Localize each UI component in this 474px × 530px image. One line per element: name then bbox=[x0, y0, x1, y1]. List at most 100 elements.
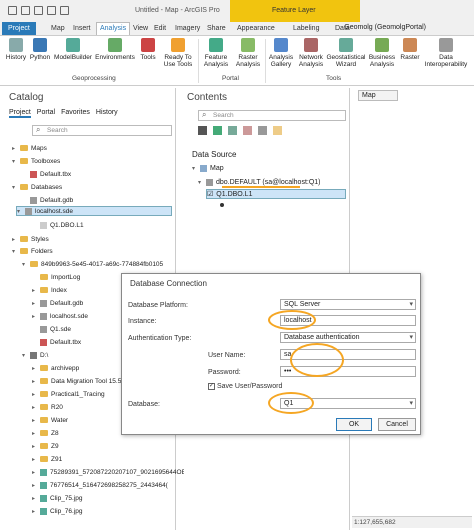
modelbuilder-button[interactable]: ModelBuilder bbox=[54, 38, 92, 61]
tree-item[interactable]: Default.tbx bbox=[22, 169, 71, 179]
tree-item[interactable]: ▸ Clip_76.jpg bbox=[32, 506, 83, 516]
save-icon[interactable] bbox=[34, 6, 43, 15]
list-drawing-order-icon[interactable] bbox=[198, 126, 207, 135]
tree-item[interactable]: ▸ archivepp bbox=[32, 363, 79, 373]
network-analysis-button[interactable]: Network Analysis bbox=[296, 38, 326, 68]
contextual-tab-label: Feature Layer bbox=[272, 7, 316, 14]
platform-select[interactable]: SQL Server bbox=[280, 299, 416, 310]
tree-item[interactable]: ▸ Z91 bbox=[32, 454, 62, 464]
tree-item[interactable]: ▸ 75289391_572087220207107_9021695644OE bbox=[32, 467, 186, 477]
contents-map-item[interactable]: ▾ Map bbox=[192, 163, 224, 173]
tree-item[interactable]: ▸ 76776514_516472698258275_2443464( bbox=[32, 480, 168, 490]
tree-item[interactable]: ▸ Water bbox=[32, 415, 68, 425]
username-label: User Name: bbox=[208, 352, 246, 359]
tools-button[interactable]: Tools bbox=[138, 38, 158, 61]
tree-item[interactable]: ▸ Z8 bbox=[32, 428, 59, 438]
geostatistical-icon bbox=[339, 38, 353, 52]
instance-label: Instance: bbox=[128, 318, 157, 325]
tree-item[interactable]: Q1.DBO.L1 bbox=[32, 220, 84, 230]
instance-highlight-circle bbox=[268, 310, 316, 330]
contents-toolbar bbox=[198, 126, 282, 135]
map-tab[interactable]: Map bbox=[358, 90, 398, 101]
tree-item[interactable]: ▸ Clip_75.jpg bbox=[32, 493, 83, 503]
tree-item[interactable]: ▸ Z9 bbox=[32, 441, 59, 451]
tab-share[interactable]: Share bbox=[204, 24, 229, 33]
auth-label: Authentication Type: bbox=[128, 335, 192, 342]
raster-button[interactable]: Raster bbox=[400, 38, 420, 61]
tab-project[interactable]: Project bbox=[2, 22, 36, 35]
data-interoperability-button[interactable]: Data Interoperability bbox=[422, 38, 470, 68]
list-labeling-icon[interactable] bbox=[273, 126, 282, 135]
history-button[interactable]: History bbox=[4, 38, 28, 61]
tree-item[interactable]: ▸ Data Migration Tool 15.5 bbox=[32, 376, 121, 386]
ok-button[interactable]: OK bbox=[336, 418, 372, 431]
tree-item[interactable]: ▸ Practical1_Tracing bbox=[32, 389, 105, 399]
catalog-tab-history[interactable]: History bbox=[96, 109, 118, 118]
tree-item[interactable]: ▾ Folders bbox=[12, 246, 53, 256]
group-geoprocessing: Geoprocessing bbox=[72, 75, 116, 82]
list-data-source-icon[interactable] bbox=[213, 126, 222, 135]
tree-item[interactable]: ▾ Databases bbox=[12, 182, 62, 192]
business-analysis-button[interactable]: Business Analysis bbox=[366, 38, 398, 68]
tree-item[interactable]: ▸ Maps bbox=[12, 143, 47, 153]
environments-button[interactable]: Environments bbox=[94, 38, 136, 61]
list-selection-icon[interactable] bbox=[228, 126, 237, 135]
contents-title: Contents bbox=[187, 92, 228, 103]
network-analysis-label: Network Analysis bbox=[298, 54, 324, 68]
tab-imagery[interactable]: Imagery bbox=[172, 24, 203, 33]
tab-view[interactable]: View bbox=[130, 24, 151, 33]
user-account[interactable]: Geomolg (GeomolgPortal) bbox=[344, 24, 426, 31]
password-label: Password: bbox=[208, 369, 241, 376]
tree-item[interactable]: Default.gdb bbox=[22, 195, 73, 205]
list-editing-icon[interactable] bbox=[243, 126, 252, 135]
tree-item[interactable]: ImportLog bbox=[32, 272, 80, 282]
new-icon[interactable] bbox=[8, 6, 17, 15]
raster-analysis-button[interactable]: Raster Analysis bbox=[232, 38, 264, 68]
contents-layer-item[interactable]: ☑ Q1.DBO.L1 bbox=[206, 189, 346, 199]
python-button[interactable]: Python bbox=[28, 38, 52, 61]
catalog-tab-project[interactable]: Project bbox=[9, 109, 31, 118]
geostatistical-wizard-button[interactable]: Geostatistical Wizard bbox=[326, 38, 366, 68]
analysis-gallery-button[interactable]: Analysis Gallery bbox=[266, 38, 296, 68]
raster-analysis-label: Raster Analysis bbox=[235, 54, 261, 68]
tree-item[interactable]: ▾ D:\ bbox=[22, 350, 48, 360]
cancel-button[interactable]: Cancel bbox=[378, 418, 416, 431]
tree-item[interactable]: ▾ 849b9963-5e45-4017-a69c-774884fb0105 bbox=[22, 259, 163, 269]
contents-search-input[interactable]: Search bbox=[198, 110, 346, 121]
feature-analysis-button[interactable]: Feature Analysis bbox=[200, 38, 232, 68]
tree-item[interactable]: ▸ R20 bbox=[32, 402, 63, 412]
tree-item[interactable]: ▸ Default.gdb bbox=[32, 298, 83, 308]
tree-item[interactable]: ▾ Toolboxes bbox=[12, 156, 60, 166]
catalog-search-input[interactable]: Search bbox=[32, 125, 172, 136]
feature-analysis-icon bbox=[209, 38, 223, 52]
open-icon[interactable] bbox=[21, 6, 30, 15]
tab-insert[interactable]: Insert bbox=[70, 24, 94, 33]
title-bar: Untitled - Map - ArcGIS Pro Feature Laye… bbox=[0, 0, 474, 22]
auth-select[interactable]: Database authentication bbox=[280, 332, 416, 343]
tab-appearance[interactable]: Appearance bbox=[234, 24, 278, 33]
tab-labeling[interactable]: Labeling bbox=[290, 24, 322, 33]
catalog-tab-portal[interactable]: Portal bbox=[37, 109, 55, 118]
tree-item[interactable]: ▸ localhost.sde bbox=[32, 311, 88, 321]
geostatistical-label: Geostatistical Wizard bbox=[326, 54, 366, 68]
tab-analysis[interactable]: Analysis bbox=[96, 22, 131, 35]
tree-item[interactable]: Default.tbx bbox=[32, 337, 81, 347]
tab-edit[interactable]: Edit bbox=[151, 24, 169, 33]
save-credentials-checkbox[interactable]: ✓ bbox=[208, 383, 215, 390]
catalog-tab-favorites[interactable]: Favorites bbox=[61, 109, 90, 118]
redo-icon[interactable] bbox=[60, 6, 69, 15]
undo-icon[interactable] bbox=[47, 6, 56, 15]
tab-map[interactable]: Map bbox=[48, 24, 68, 33]
tree-item[interactable]: ▸ Index bbox=[32, 285, 67, 295]
ready-to-use-tools-button[interactable]: Ready To Use Tools bbox=[160, 38, 196, 68]
tools-icon bbox=[141, 38, 155, 52]
business-analysis-label: Business Analysis bbox=[368, 54, 396, 68]
menu-bar: Project Map Insert Analysis View Edit Im… bbox=[0, 22, 474, 36]
tree-item[interactable]: ▸ Styles bbox=[12, 234, 49, 244]
scale-readout[interactable]: 1:127,655,682 bbox=[354, 519, 396, 526]
dialog-title: Database Connection bbox=[130, 279, 207, 288]
list-snapping-icon[interactable] bbox=[258, 126, 267, 135]
tree-item-selected[interactable]: ▾ localhost.sde bbox=[16, 206, 172, 216]
ready-to-use-icon bbox=[171, 38, 185, 52]
tree-item[interactable]: Q1.sde bbox=[32, 324, 71, 334]
